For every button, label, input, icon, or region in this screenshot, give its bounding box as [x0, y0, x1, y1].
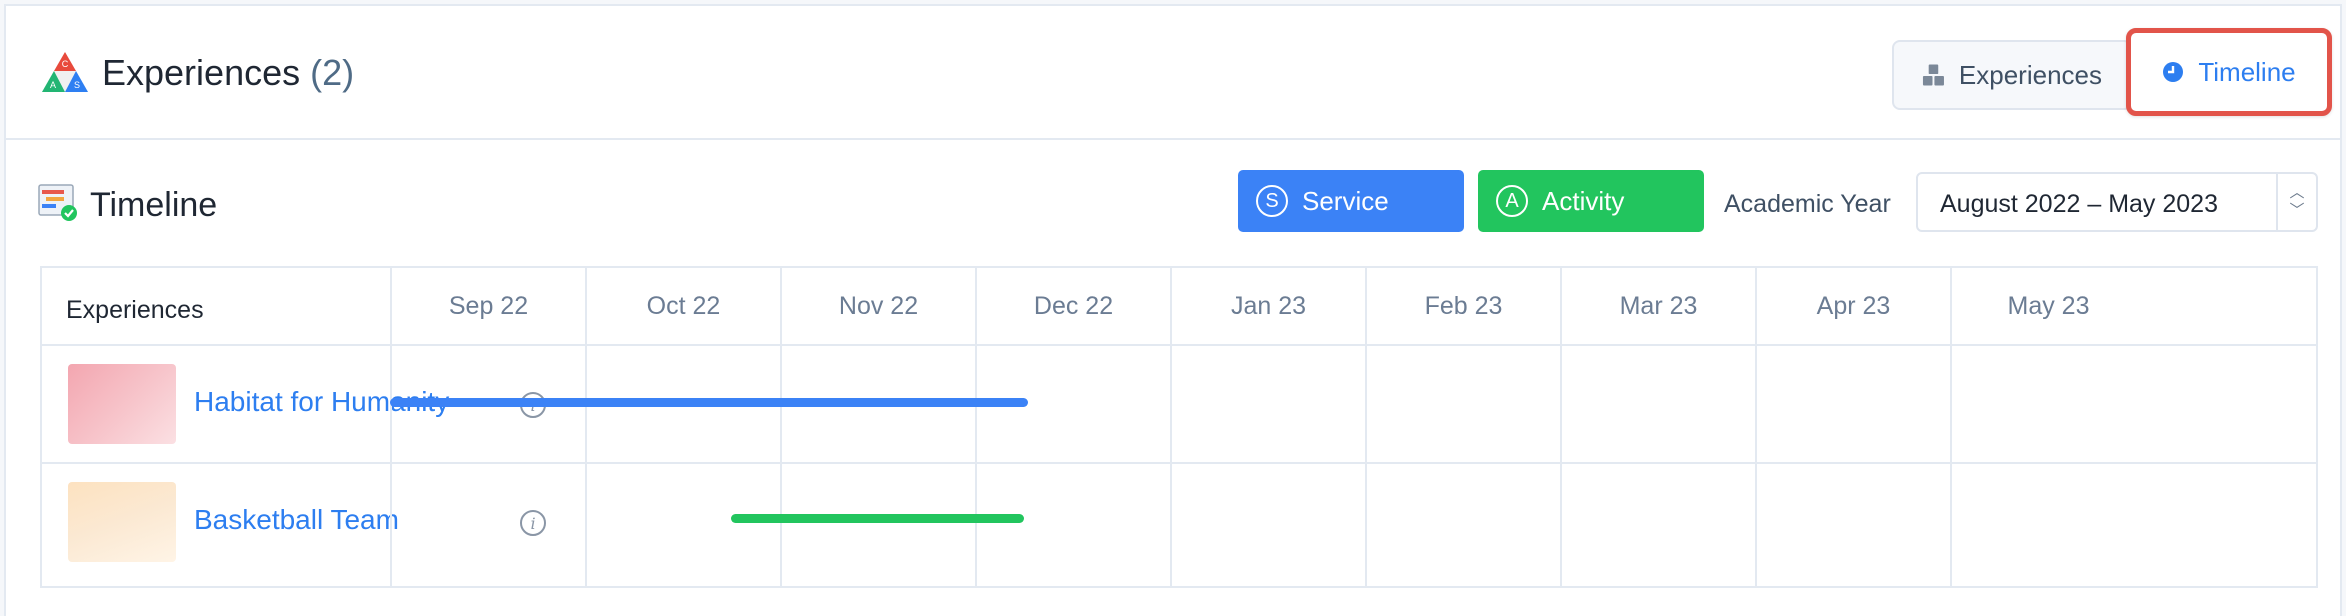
month-header: Jan 23: [1170, 268, 1365, 344]
clock-icon: [2163, 62, 2184, 82]
month-header: May 23: [1950, 268, 2145, 344]
select-stepper-icon[interactable]: ︿ ﹀: [2276, 174, 2316, 230]
month-gridline: [585, 346, 587, 586]
page-title: Experiences (2): [102, 52, 354, 94]
academic-year-label: Academic Year: [1724, 190, 1891, 218]
experience-thumbnail: [68, 364, 176, 444]
experiences-view-label: Experiences: [1958, 59, 2102, 90]
month-gridline: [1755, 346, 1757, 586]
experiences-card: C A S Experiences (2) Experiences Timeli…: [4, 4, 2342, 616]
experience-thumbnail: [68, 482, 176, 562]
timeline-view-button[interactable]: Timeline: [2126, 28, 2332, 116]
svg-text:C: C: [62, 59, 69, 69]
month-header: Mar 23: [1560, 268, 1755, 344]
activity-legend-button[interactable]: A Activity: [1478, 170, 1704, 232]
month-gridline: [1560, 346, 1562, 586]
activity-legend-label: Activity: [1542, 185, 1625, 216]
month-gridline: [780, 346, 782, 586]
service-legend-button[interactable]: S Service: [1238, 170, 1464, 232]
cas-triangle-icon: C A S: [42, 52, 88, 92]
month-header: Nov 22: [780, 268, 975, 344]
timeline-grid-header: Experiences Sep 22 Oct 22 Nov 22 Dec 22 Jan …: [42, 268, 2316, 346]
month-gridline: [975, 346, 977, 586]
svg-text:S: S: [74, 80, 80, 90]
experience-count: (2): [310, 52, 355, 93]
experience-row: Habitat for Humanity i: [42, 346, 2316, 464]
month-header: Apr 23: [1755, 268, 1950, 344]
service-legend-label: Service: [1302, 185, 1389, 216]
experiences-header: C A S Experiences (2) Experiences Timeli…: [6, 6, 2340, 140]
month-header: Oct 22: [585, 268, 780, 344]
month-gridline: [1950, 346, 1952, 586]
svg-text:A: A: [50, 80, 56, 90]
month-gridline: [1170, 346, 1172, 586]
month-header: Dec 22: [975, 268, 1170, 344]
timeline-grid: Experiences Sep 22 Oct 22 Nov 22 Dec 22 Jan …: [40, 266, 2318, 588]
timeline-title: Timeline: [90, 186, 218, 224]
info-icon[interactable]: i: [520, 510, 546, 536]
experience-row: Basketball Team i: [42, 464, 2316, 582]
academic-year-select[interactable]: August 2022 – May 2023 ︿ ﹀: [1916, 172, 2318, 232]
academic-year-value: August 2022 – May 2023: [1940, 190, 2218, 218]
experience-link[interactable]: Basketball Team: [194, 504, 399, 536]
activity-letter-icon: A: [1496, 185, 1528, 217]
blocks-icon: [1922, 64, 1944, 86]
activity-timeline-bar[interactable]: [731, 514, 1024, 523]
experiences-view-button[interactable]: Experiences: [1894, 42, 2130, 108]
month-gridline: [390, 346, 392, 586]
experiences-column-header: Experiences: [66, 296, 204, 324]
month-header: Feb 23: [1365, 268, 1560, 344]
month-gridline: [1365, 346, 1367, 586]
timeline-chart-icon: [38, 184, 77, 221]
timeline-view-label: Timeline: [2198, 56, 2296, 87]
view-switch: Experiences Timeline: [1892, 28, 2332, 116]
service-timeline-bar[interactable]: [390, 398, 1028, 407]
month-header: Sep 22: [390, 268, 585, 344]
page-title-text: Experiences: [102, 52, 301, 93]
service-letter-icon: S: [1256, 185, 1288, 217]
